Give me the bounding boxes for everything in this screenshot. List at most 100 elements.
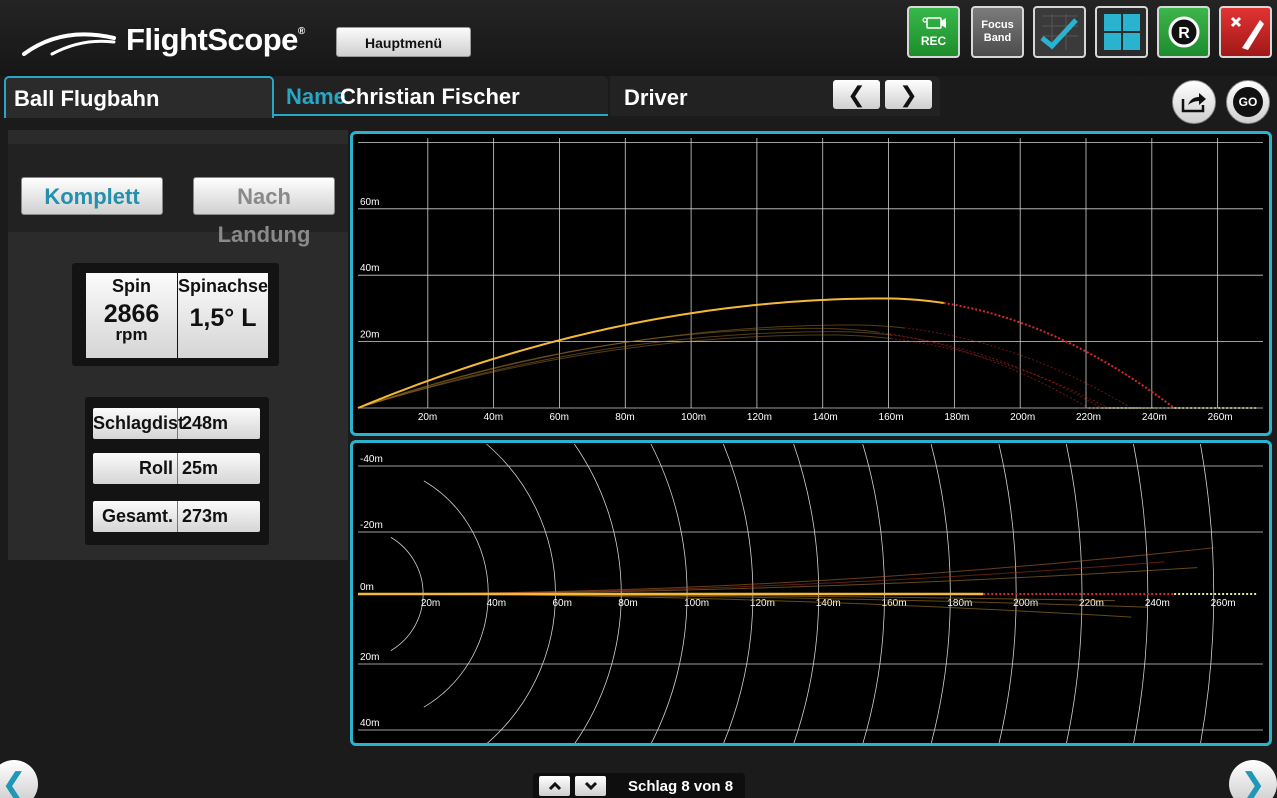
divider (177, 453, 178, 484)
trajectory-flight (357, 331, 892, 409)
x-tick-label: 180m (944, 412, 969, 423)
trajectory-flight (357, 327, 879, 409)
spin-unit: rpm (115, 325, 148, 344)
trajectory-descent (891, 338, 1109, 409)
focus-band-button[interactable]: Focus Band (971, 6, 1024, 58)
spin-label: Spin (112, 276, 151, 296)
brand-name: FlightScope® (126, 22, 305, 57)
exit-icon (1230, 16, 1264, 50)
spin-box: Spin 2866 rpm Spinachse 1,5° L (72, 263, 279, 366)
next-club-button[interactable]: ❯ (885, 80, 932, 109)
x-tick-label: 100m (684, 598, 709, 609)
next-page-icon: ❯ (1240, 767, 1266, 798)
club-name: Driver (624, 85, 688, 110)
chevron-down-icon (584, 781, 597, 791)
x-tick-label: 220m (1076, 412, 1101, 423)
y-tick-label: 0m (360, 582, 374, 593)
share-icon (1181, 93, 1206, 113)
y-tick-label: 20m (360, 652, 379, 663)
trajectory-descent (891, 334, 1102, 409)
club-tab: Driver ❮ ❯ (610, 76, 940, 116)
distance-box: Schlagdist 248m Roll 25m Gesamt. 273m (85, 397, 269, 545)
share-button[interactable] (1172, 80, 1216, 124)
prev-club-button[interactable]: ❮ (833, 80, 880, 109)
logo-arc-icon (22, 32, 116, 56)
chevron-up-icon (548, 781, 561, 791)
top-view-chart[interactable]: -40m -20m 0m 20m 40m 20m 40m 60m 80m 100m 120m 140m… (350, 440, 1272, 746)
focus-band-label: Focus Band (981, 19, 1014, 44)
carry-value: 248m (182, 413, 229, 433)
shot-up-button[interactable] (539, 776, 570, 796)
prev-club-icon: ❮ (847, 81, 866, 107)
grid-view-button[interactable] (1095, 6, 1148, 58)
x-tick-label: 240m (1145, 598, 1170, 609)
tab-ball-flugbahn-label: Ball Flugbahn (14, 86, 160, 111)
x-tick-label: 160m (879, 412, 904, 423)
chart-check-icon (1039, 14, 1078, 50)
y-tick-label: 20m (360, 330, 379, 341)
r-circle-icon: R (1168, 16, 1199, 48)
dist-row-schlagdist: Schlagdist 248m (93, 408, 260, 439)
mode-komplett-button[interactable]: Komplett (21, 177, 163, 215)
x-tick-label: 140m (816, 598, 841, 609)
name-label: Name (286, 84, 346, 109)
dist-row-roll: Roll 25m (93, 453, 260, 484)
x-tick-label: 40m (487, 598, 506, 609)
spin-axis-value: 1,5° L (189, 304, 257, 332)
x-tick-label: 100m (681, 412, 706, 423)
side-view-plot: 20m 40m 60m 80m 100m 120m 140m 160m 180m 200m 220m… (357, 138, 1263, 423)
divider (177, 501, 178, 532)
y-tick-label: -20m (360, 520, 383, 531)
x-tick-label: 20m (421, 598, 440, 609)
shot-path (357, 561, 1165, 595)
main-menu-button[interactable]: Hauptmenü (336, 27, 471, 57)
go-button[interactable]: GO (1226, 80, 1270, 124)
x-tick-label: 140m (813, 412, 838, 423)
player-name: Christian Fischer (340, 84, 520, 109)
roll-value: 25m (182, 458, 219, 478)
next-club-icon: ❯ (899, 81, 918, 107)
tab-ball-flugbahn[interactable]: Ball Flugbahn (4, 76, 274, 118)
spin-value: 2866 (103, 300, 160, 328)
r-letter: R (1178, 25, 1190, 42)
x-tick-label: 40m (484, 412, 503, 423)
total-label: Gesamt. (101, 506, 173, 526)
chart-view-button[interactable] (1033, 6, 1086, 58)
dist-row-gesamt: Gesamt. 273m (93, 501, 260, 532)
side-view-chart[interactable]: 20m 40m 60m 80m 100m 120m 140m 160m 180m 200m 220m… (350, 131, 1272, 436)
exit-button[interactable] (1219, 6, 1272, 58)
top-view-plot: -40m-20m0m20m40m20m 40m 60m 80m 100m 120m 140m… (357, 443, 1263, 743)
shot-navigator: Schlag 8 von 8 (533, 773, 745, 798)
spin-axis-cell: Spinachse 1,5° L (178, 273, 268, 358)
y-tick-label: 40m (360, 263, 379, 274)
shot-down-button[interactable] (575, 776, 606, 796)
grid-icon (1103, 14, 1140, 50)
carry-label: Schlagdist (93, 413, 185, 433)
shot-path (357, 567, 1198, 595)
player-name-tab[interactable]: Name Christian Fischer (274, 76, 608, 116)
camera-icon (921, 17, 946, 29)
x-tick-label: 200m (1010, 412, 1035, 423)
r-button[interactable]: R (1157, 6, 1210, 58)
x-tick-label: 20m (418, 412, 437, 423)
mode-nach-landung-button[interactable]: Nach Landung (193, 177, 335, 247)
spin-axis-label: Spinachse (178, 276, 269, 296)
x-tick-label: 260m (1208, 412, 1233, 423)
x-tick-label: 80m (615, 412, 634, 423)
trajectory-flight (357, 334, 892, 409)
spin-cell: Spin 2866 rpm (86, 273, 177, 358)
trajectory-flight (357, 297, 944, 409)
record-button[interactable]: REC (907, 6, 960, 58)
x-tick-label: 60m (552, 598, 571, 609)
total-value: 273m (182, 506, 229, 526)
x-tick-label: 120m (747, 412, 772, 423)
roll-label: Roll (139, 458, 173, 478)
record-label: REC (920, 34, 947, 48)
flightscope-logo: FlightScope® (22, 20, 322, 62)
x-tick-label: 240m (1142, 412, 1167, 423)
x-tick-label: 60m (549, 412, 568, 423)
y-tick-label: -40m (360, 454, 383, 465)
y-tick-label: 60m (360, 197, 379, 208)
prev-page-icon: ❮ (1, 767, 27, 798)
shot-counter: Schlag 8 von 8 (628, 778, 734, 795)
